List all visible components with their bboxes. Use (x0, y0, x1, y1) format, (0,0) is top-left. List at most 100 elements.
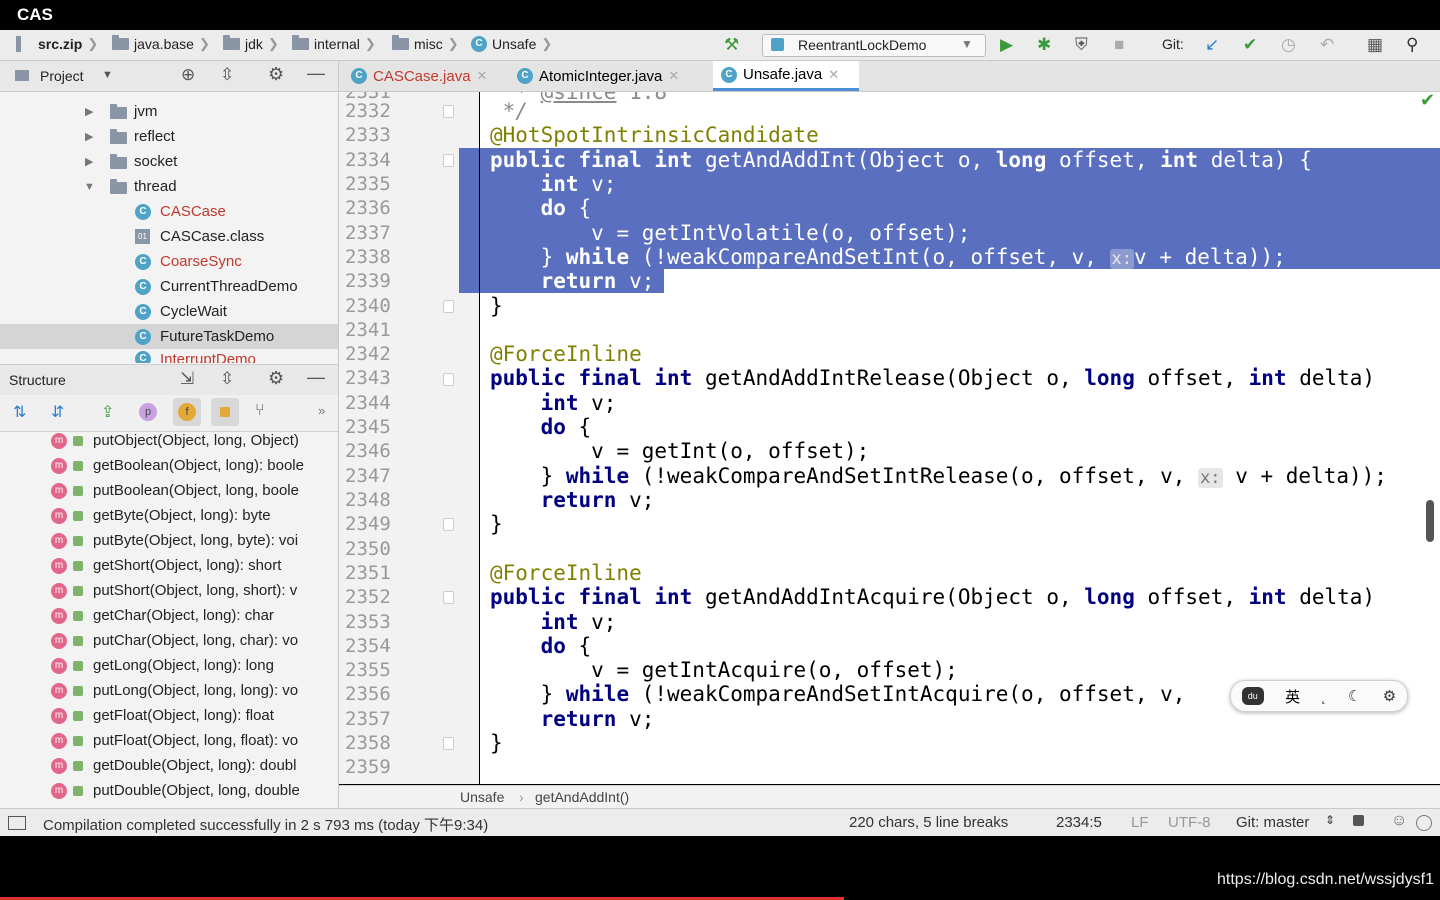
fold-marker-icon[interactable] (443, 373, 454, 386)
tree-item-reflect[interactable]: ▶ reflect (0, 124, 338, 149)
tree-item-thread[interactable]: ▼ thread (0, 174, 338, 199)
close-icon[interactable]: ✕ (668, 68, 679, 84)
ime-punctuation-icon[interactable]: ˛ (1322, 688, 1327, 705)
lock-icon[interactable] (1353, 815, 1364, 826)
tree-item-socket[interactable]: ▶ socket (0, 149, 338, 174)
structure-item[interactable]: m putObject(Object, long, Object) (0, 428, 338, 453)
more-chevron-icon[interactable]: » (318, 403, 325, 418)
nav-crumb-unsafe[interactable]: C Unsafe ❯ (471, 36, 552, 52)
hide-panel-icon[interactable]: — (307, 63, 325, 84)
git-revert-icon[interactable]: ↶ (1320, 35, 1334, 55)
structure-item[interactable]: m getDouble(Object, long): doubl (0, 753, 338, 778)
structure-item[interactable]: m putBoolean(Object, long, boole (0, 478, 338, 503)
expand-arrow-icon[interactable]: ▶ (85, 130, 93, 143)
line-number: 2344 (345, 392, 391, 414)
debug-bug-icon[interactable]: ✱ (1037, 35, 1051, 55)
ime-language-toggle[interactable]: 英 (1285, 686, 1300, 707)
scrollbar-thumb[interactable] (1426, 500, 1434, 542)
tree-item-currentthreaddemo[interactable]: C CurrentThreadDemo (0, 274, 338, 299)
show-inherited-icon[interactable]: ⇪ (101, 402, 114, 422)
gear-icon[interactable]: ⚙ (268, 368, 284, 389)
run-configuration-select[interactable]: ReentrantLockDemo ▼ (762, 34, 986, 57)
nav-crumb-internal[interactable]: internal ❯ (292, 35, 376, 52)
tree-item-coarsesync[interactable]: C CoarseSync (0, 249, 338, 274)
chevron-down-icon[interactable]: ▼ (102, 69, 113, 81)
nav-crumb-jdk[interactable]: jdk ❯ (223, 35, 279, 52)
inspection-ok-icon[interactable]: ✔ (1420, 92, 1435, 111)
file-encoding[interactable]: UTF-8 (1168, 814, 1211, 831)
structure-item[interactable]: m getByte(Object, long): byte (0, 503, 338, 528)
git-update-icon[interactable]: ↙ (1205, 35, 1219, 55)
stop-icon[interactable]: ■ (1114, 35, 1124, 55)
tree-item-cascase-class[interactable]: 01 CASCase.class (0, 224, 338, 249)
collapse-all-icon[interactable]: ⇳ (220, 65, 234, 85)
hide-panel-icon[interactable]: — (307, 367, 325, 388)
collapse-all-icon[interactable]: ⇳ (220, 369, 234, 389)
fold-marker-icon[interactable] (443, 737, 454, 750)
tree-item-futuretaskdemo[interactable]: C FutureTaskDemo (0, 324, 338, 349)
structure-item[interactable]: m getFloat(Object, long): float (0, 703, 338, 728)
structure-item[interactable]: m getChar(Object, long): char (0, 603, 338, 628)
structure-item[interactable]: m putByte(Object, long, byte): voi (0, 528, 338, 553)
ime-moon-icon[interactable]: ☾ (1348, 687, 1361, 705)
run-icon[interactable]: ▶ (1000, 35, 1013, 55)
expand-all-icon[interactable]: ⇲ (180, 369, 194, 389)
close-icon[interactable]: ✕ (477, 68, 488, 84)
tab-cascase-java[interactable]: C CASCase.java ✕ (343, 61, 505, 91)
expand-arrow-icon[interactable]: ▶ (85, 105, 93, 118)
search-icon[interactable]: ⚲ (1406, 35, 1418, 55)
breadcrumb-item[interactable]: getAndAddInt() (535, 789, 629, 805)
fold-marker-icon[interactable] (443, 154, 454, 167)
line-separator[interactable]: LF (1131, 814, 1149, 831)
tree-item-jvm[interactable]: ▶ jvm (0, 99, 338, 124)
fold-marker-icon[interactable] (443, 300, 454, 313)
fold-marker-icon[interactable] (443, 591, 454, 604)
structure-item[interactable]: m putDouble(Object, long, double (0, 778, 338, 803)
tree-item-cascase[interactable]: C CASCase (0, 199, 338, 224)
tree-item-interruptdemo[interactable]: C InterruptDemo (0, 349, 338, 363)
run-coverage-icon[interactable]: ⛨ (1075, 35, 1088, 55)
sort-visibility-icon[interactable]: ⇵ (51, 402, 64, 422)
project-panel-title[interactable]: Project (40, 68, 84, 84)
nav-crumb-misc[interactable]: misc ❯ (392, 35, 459, 52)
fold-marker-icon[interactable] (443, 518, 454, 531)
locate-target-icon[interactable]: ⊕ (181, 65, 195, 85)
expand-arrow-icon[interactable]: ▶ (85, 155, 93, 168)
show-lambdas-icon[interactable]: ⑂ (255, 402, 265, 420)
project-structure-icon[interactable]: ▦ (1367, 35, 1383, 55)
folder-icon (292, 35, 309, 50)
gear-icon[interactable]: ⚙ (268, 64, 284, 85)
show-properties-icon[interactable]: p (139, 403, 157, 421)
git-commit-icon[interactable]: ✔ (1243, 35, 1257, 55)
fold-marker-icon[interactable] (443, 105, 454, 118)
sort-alpha-icon[interactable]: ⇅ (13, 402, 26, 422)
ime-logo-icon[interactable]: du (1241, 687, 1264, 705)
git-history-icon[interactable]: ◷ (1281, 35, 1296, 55)
nav-crumb-src-zip[interactable]: src.zip ❯ (16, 36, 98, 52)
hector-inspector-icon[interactable]: ☺ (1391, 812, 1407, 830)
tab-unsafe-java[interactable]: C Unsafe.java ✕ (713, 61, 859, 91)
structure-item[interactable]: m getBoolean(Object, long): boole (0, 453, 338, 478)
collapse-arrow-icon[interactable]: ▼ (84, 181, 95, 193)
cursor-position[interactable]: 2334:5 (1056, 814, 1102, 831)
close-icon[interactable]: ✕ (828, 67, 839, 83)
structure-item[interactable]: m getLong(Object, long): long (0, 653, 338, 678)
tree-item-cyclewait[interactable]: C CycleWait (0, 299, 338, 324)
git-branch[interactable]: Git: master (1236, 814, 1309, 831)
event-log-icon[interactable] (1416, 815, 1432, 831)
breadcrumb-item[interactable]: Unsafe (460, 789, 504, 805)
structure-item[interactable]: m putLong(Object, long, long): vo (0, 678, 338, 703)
show-fields-icon[interactable]: f (173, 398, 201, 426)
structure-item[interactable]: m putFloat(Object, long, float): vo (0, 728, 338, 753)
ime-toolbar[interactable]: du 英 ˛ ☾ ⚙ (1230, 680, 1408, 712)
gear-icon[interactable]: ⚙ (1383, 687, 1396, 705)
build-hammer-icon[interactable]: ⚒ (724, 35, 739, 55)
structure-item[interactable]: m putShort(Object, long, short): v (0, 578, 338, 603)
nav-crumb-java-base[interactable]: java.base ❯ (112, 35, 210, 52)
show-non-public-icon[interactable] (211, 398, 239, 426)
tool-window-toggle-icon[interactable] (8, 816, 26, 830)
structure-item[interactable]: m getShort(Object, long): short (0, 553, 338, 578)
updown-icon[interactable]: ⇕ (1325, 813, 1335, 827)
tab-atomicinteger-java[interactable]: C AtomicInteger.java ✕ (509, 61, 707, 91)
structure-item[interactable]: m putChar(Object, long, char): vo (0, 628, 338, 653)
